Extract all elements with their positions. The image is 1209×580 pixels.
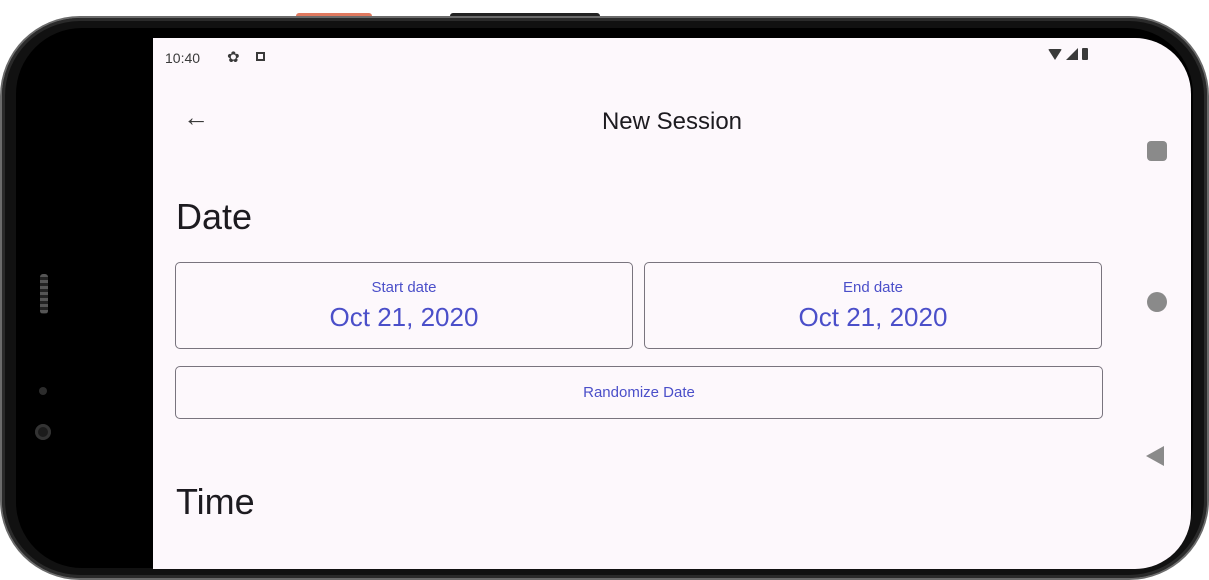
status-time: 10:40 bbox=[165, 50, 201, 66]
date-section-title: Date bbox=[176, 196, 253, 237]
gear-icon: ✿ bbox=[227, 49, 240, 66]
wifi-icon bbox=[1048, 48, 1062, 60]
signal-icon bbox=[1066, 48, 1078, 60]
app-screen: 10:40 ✿ ← New Session Date Start date Oc… bbox=[153, 38, 1191, 569]
status-indicators bbox=[1048, 48, 1088, 60]
end-date-value: Oct 21, 2020 bbox=[798, 302, 948, 332]
front-camera bbox=[35, 424, 51, 440]
recents-nav-icon[interactable] bbox=[1147, 141, 1167, 161]
notification-icon bbox=[256, 52, 265, 61]
battery-icon bbox=[1082, 48, 1088, 60]
start-date-button[interactable]: Start date Oct 21, 2020 bbox=[175, 262, 633, 349]
start-date-label: Start date bbox=[371, 279, 437, 296]
proximity-sensor bbox=[39, 387, 47, 395]
back-nav-icon[interactable] bbox=[1146, 446, 1164, 466]
time-section-title: Time bbox=[176, 481, 255, 522]
app-bar: ← New Session bbox=[153, 82, 1191, 152]
page-title: New Session bbox=[601, 108, 743, 135]
end-date-label: End date bbox=[842, 279, 904, 296]
speaker-grille bbox=[40, 274, 48, 314]
status-bar: 10:40 ✿ bbox=[153, 38, 1191, 82]
home-nav-icon[interactable] bbox=[1147, 292, 1167, 312]
randomize-date-button[interactable]: Randomize Date bbox=[175, 366, 1103, 419]
start-date-value: Oct 21, 2020 bbox=[329, 302, 479, 332]
end-date-button[interactable]: End date Oct 21, 2020 bbox=[644, 262, 1102, 349]
